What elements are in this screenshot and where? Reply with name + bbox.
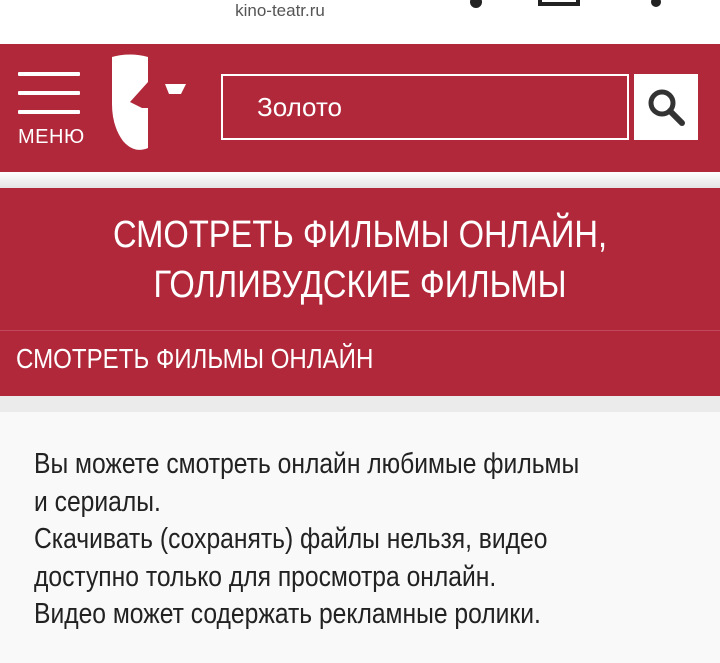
page-title: СМОТРЕТЬ ФИЛЬМЫ ОНЛАЙН, ГОЛЛИВУДСКИЕ ФИЛ…	[68, 210, 653, 310]
menu-label: МЕНЮ	[18, 126, 85, 148]
hamburger-icon-line	[18, 110, 80, 114]
notice-line: и сериалы.	[34, 485, 161, 518]
more-options-icon[interactable]	[646, 0, 670, 10]
menu-button[interactable]: МЕНЮ	[16, 70, 86, 154]
search-input[interactable]	[221, 74, 629, 140]
notice-line: Скачивать (сохранять) файлы нельзя, виде…	[34, 523, 548, 555]
page-title-line-1: СМОТРЕТЬ ФИЛЬМЫ ОНЛАЙН,	[112, 214, 608, 256]
notice-line: Вы можете смотреть онлайн любимые фильмы	[34, 448, 580, 480]
notice-line: Видео может содержать рекламные ролики.	[34, 598, 541, 630]
page-title-line-2: ГОЛЛИВУДСКИЕ ФИЛЬМЫ	[153, 264, 567, 306]
theatre-mask-logo-icon[interactable]	[108, 54, 188, 154]
search-icon	[648, 89, 685, 126]
content-area: Вы можете смотреть онлайн любимые фильмы…	[0, 396, 720, 663]
banner-divider	[0, 330, 720, 331]
tabs-icon[interactable]	[536, 0, 586, 12]
hamburger-icon-line	[18, 72, 80, 76]
notice-line: доступно только для просмотра онлайн.	[34, 560, 497, 593]
title-banner: СМОТРЕТЬ ФИЛЬМЫ ОНЛАЙН, ГОЛЛИВУДСКИЕ ФИЛ…	[0, 188, 720, 396]
notice-panel: Вы можете смотреть онлайн любимые фильмы…	[0, 412, 720, 663]
download-icon[interactable]	[464, 0, 494, 10]
hamburger-icon-line	[18, 91, 80, 95]
site-header: МЕНЮ	[0, 44, 720, 172]
browser-toolbar: kino-teatr.ru	[0, 0, 720, 44]
notice-text: Вы можете смотреть онлайн любимые фильмы…	[34, 446, 680, 634]
breadcrumb-link[interactable]: СМОТРЕТЬ ФИЛЬМЫ ОНЛАЙН	[16, 343, 373, 375]
header-shadow	[0, 172, 720, 188]
search-button[interactable]	[634, 74, 698, 140]
